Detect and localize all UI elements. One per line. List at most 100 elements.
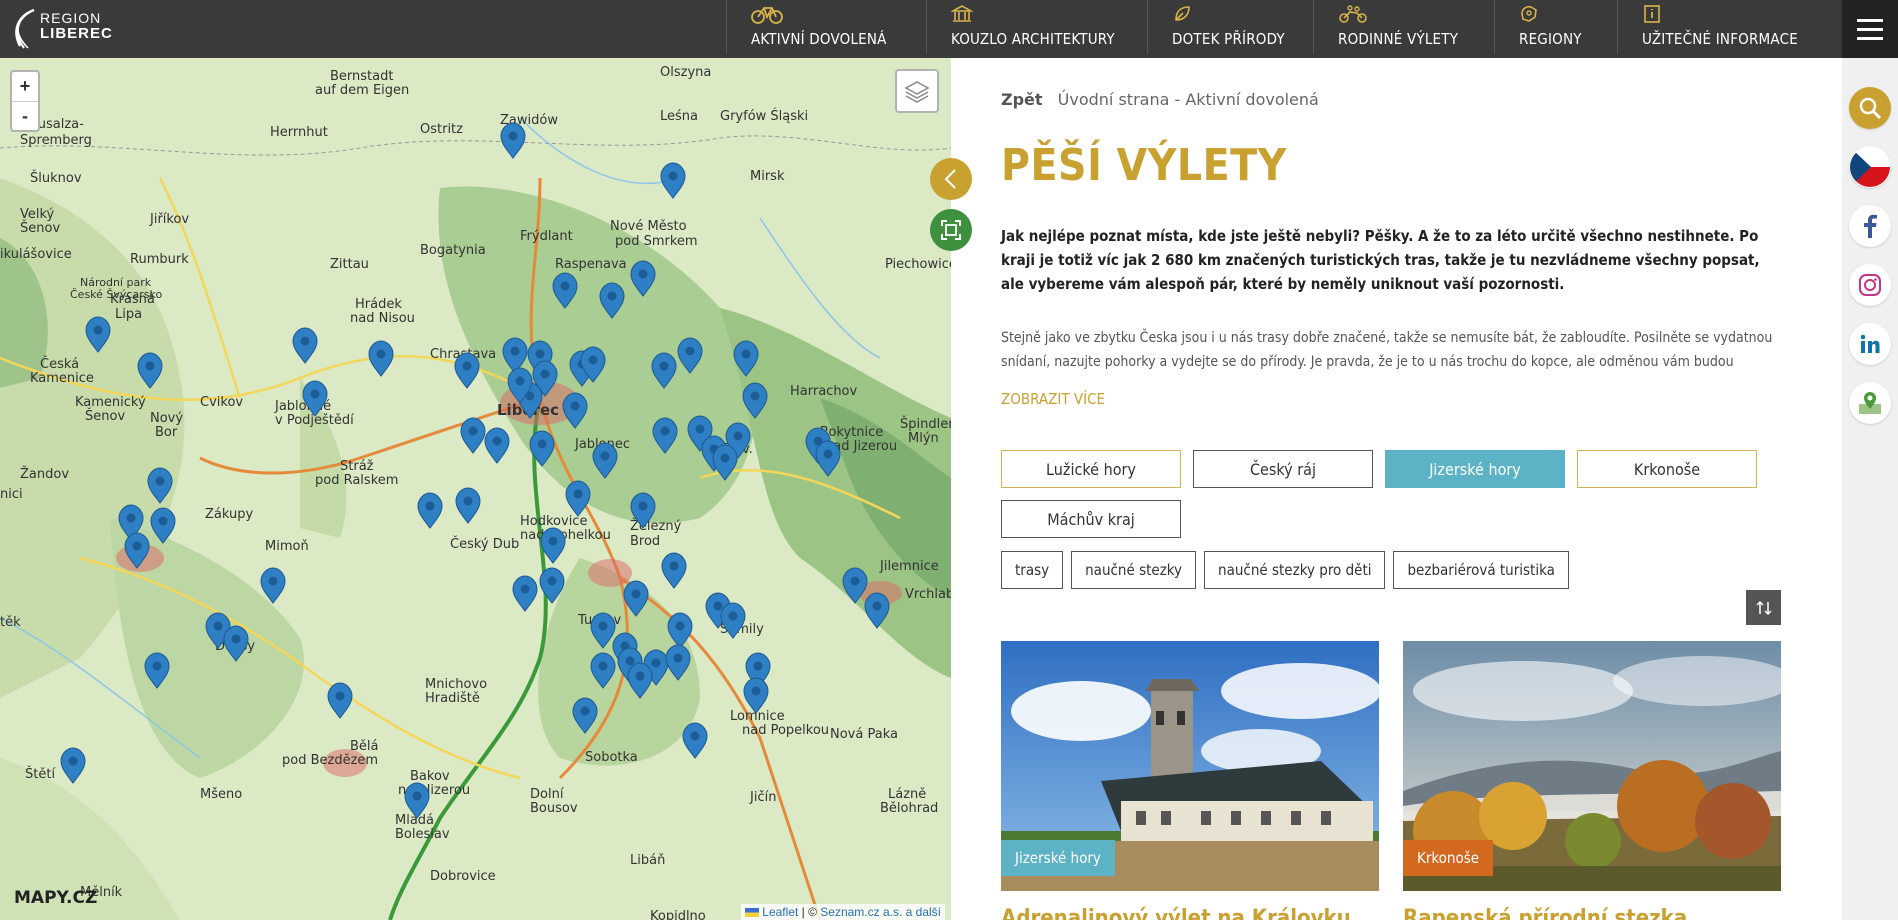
map-pin-marker[interactable] bbox=[733, 340, 759, 377]
region-button-machuv-kraj[interactable]: Máchův kraj bbox=[1001, 500, 1181, 538]
zoom-in-button[interactable]: + bbox=[12, 72, 38, 101]
description-text: Stejně jako ve zbytku Česka jsou i u nás… bbox=[1001, 330, 1773, 370]
map-pin-marker[interactable] bbox=[302, 380, 328, 417]
bicycle-icon bbox=[751, 7, 783, 24]
trip-card[interactable]: Jizerské hory bbox=[1001, 641, 1379, 891]
map-pin-marker[interactable] bbox=[85, 316, 111, 353]
mapy-cz-logo[interactable]: MAPY.CZ bbox=[14, 888, 97, 908]
map-pin-marker[interactable] bbox=[667, 612, 693, 649]
layers-button[interactable] bbox=[895, 69, 939, 113]
map-pin-marker[interactable] bbox=[147, 467, 173, 504]
map-pin-marker[interactable] bbox=[842, 567, 868, 604]
tag-trasy[interactable]: trasy bbox=[1001, 551, 1064, 589]
tag-naucne-stezky[interactable]: naučné stezky bbox=[1071, 551, 1197, 589]
map-pin-marker[interactable] bbox=[552, 272, 578, 309]
seznam-link[interactable]: Seznam.cz a.s. a další bbox=[820, 905, 941, 919]
map-pin-marker[interactable] bbox=[630, 492, 656, 529]
region-button-luzicke-hory[interactable]: Lužické hory bbox=[1001, 450, 1181, 488]
region-button-krkonose[interactable]: Krkonoše bbox=[1577, 450, 1757, 488]
nav-dotek-prirody[interactable]: DOTEK PŘÍRODY bbox=[1147, 0, 1313, 54]
region-icon bbox=[1521, 5, 1537, 22]
map-pin-marker[interactable] bbox=[500, 122, 526, 159]
map-pin-marker[interactable] bbox=[460, 417, 486, 454]
map-pin-marker[interactable] bbox=[455, 487, 481, 524]
map-pin-marker[interactable] bbox=[502, 337, 528, 374]
map-pin-marker[interactable] bbox=[539, 567, 565, 604]
nav-aktivni-dovolena[interactable]: AKTIVNÍ DOVOLENÁ bbox=[726, 0, 926, 54]
map-pin-marker[interactable] bbox=[592, 442, 618, 479]
map-pin-marker[interactable] bbox=[150, 507, 176, 544]
nav-label: AKTIVNÍ DOVOLENÁ bbox=[751, 30, 887, 48]
map-pin-marker[interactable] bbox=[627, 662, 653, 699]
region-liberec-logo[interactable]: REGION LIBEREC bbox=[8, 6, 118, 52]
building-icon bbox=[951, 5, 973, 22]
card-title[interactable]: Adrenalinový výlet na Královku bbox=[1001, 906, 1379, 920]
map-location-link[interactable] bbox=[1849, 382, 1891, 424]
map-pin-marker[interactable] bbox=[484, 427, 510, 464]
tag-naucne-stezky-pro-deti[interactable]: naučné stezky pro děti bbox=[1204, 551, 1386, 589]
sort-button[interactable] bbox=[1746, 590, 1781, 625]
map-pin-marker[interactable] bbox=[223, 625, 249, 662]
map-pin-marker[interactable] bbox=[512, 575, 538, 612]
instagram-link[interactable] bbox=[1849, 264, 1891, 306]
map-pin-marker[interactable] bbox=[144, 652, 170, 689]
map-pin-marker[interactable] bbox=[260, 567, 286, 604]
map-pin-marker[interactable] bbox=[529, 430, 555, 467]
trip-card[interactable]: Krkonoše bbox=[1403, 641, 1781, 891]
map-pin-marker[interactable] bbox=[623, 580, 649, 617]
map-pin-marker[interactable] bbox=[661, 552, 687, 589]
map-pin-marker[interactable] bbox=[327, 682, 353, 719]
tag-bezbarierova-turistika[interactable]: bezbariérová turistika bbox=[1393, 551, 1569, 589]
nav-label: UŽITEČNÉ INFORMACE bbox=[1642, 30, 1798, 48]
map-pin-marker[interactable] bbox=[562, 392, 588, 429]
map-pin-marker[interactable] bbox=[677, 337, 703, 374]
collapse-panel-button[interactable] bbox=[930, 158, 972, 200]
nav-label: REGIONY bbox=[1519, 30, 1582, 48]
region-button-cesky-raj[interactable]: Český ráj bbox=[1193, 450, 1373, 488]
map-pin-marker[interactable] bbox=[630, 260, 656, 297]
linkedin-link[interactable] bbox=[1849, 323, 1891, 365]
map-pin-marker[interactable] bbox=[572, 697, 598, 734]
map-pin-marker[interactable] bbox=[815, 440, 841, 477]
map-pin-marker[interactable] bbox=[682, 722, 708, 759]
facebook-link[interactable] bbox=[1849, 205, 1891, 247]
map-pin-marker[interactable] bbox=[599, 282, 625, 319]
fullscreen-map-button[interactable] bbox=[930, 209, 972, 251]
nav-regiony[interactable]: REGIONY bbox=[1494, 0, 1617, 54]
language-switch-button[interactable] bbox=[1849, 146, 1891, 188]
map-pin-marker[interactable] bbox=[590, 612, 616, 649]
search-button[interactable] bbox=[1849, 87, 1891, 129]
map-panel[interactable]: Neusalza- Spremberg Šluknov Velký Šenov Jiř… bbox=[0, 58, 951, 920]
map-pin-marker[interactable] bbox=[565, 480, 591, 517]
map-pin-marker[interactable] bbox=[292, 327, 318, 364]
show-more-link[interactable]: ZOBRAZIT VÍCE bbox=[1001, 390, 1105, 408]
map-pin-marker[interactable] bbox=[404, 782, 430, 819]
map-pin-marker[interactable] bbox=[60, 747, 86, 784]
map-pin-marker[interactable] bbox=[137, 352, 163, 389]
back-link[interactable]: Zpět bbox=[1001, 90, 1043, 109]
map-pin-marker[interactable] bbox=[417, 492, 443, 529]
map-pin-marker[interactable] bbox=[660, 162, 686, 199]
map-pin-marker[interactable] bbox=[742, 382, 768, 419]
hamburger-menu-button[interactable] bbox=[1842, 0, 1898, 58]
nav-rodinne-vylety[interactable]: RODINNÉ VÝLETY bbox=[1313, 0, 1494, 54]
map-pin-marker[interactable] bbox=[712, 444, 738, 481]
map-pin-marker[interactable] bbox=[665, 644, 691, 681]
map-pin-marker[interactable] bbox=[368, 340, 394, 377]
card-title[interactable]: Rapenská přírodní stezka bbox=[1403, 906, 1781, 920]
breadcrumb-path[interactable]: Úvodní strana - Aktivní dovolená bbox=[1058, 90, 1319, 109]
map-pin-marker[interactable] bbox=[540, 527, 566, 564]
map-pin-marker[interactable] bbox=[454, 352, 480, 389]
nav-kouzlo-architektury[interactable]: KOUZLO ARCHITEKTURY bbox=[926, 0, 1147, 54]
map-pin-marker[interactable] bbox=[864, 592, 890, 629]
map-pin-marker[interactable] bbox=[651, 352, 677, 389]
map-pin-marker[interactable] bbox=[720, 602, 746, 639]
map-pin-marker[interactable] bbox=[743, 677, 769, 714]
nav-uzitecne-informace[interactable]: UŽITEČNÉ INFORMACE bbox=[1617, 0, 1837, 54]
leaflet-link[interactable]: Leaflet bbox=[762, 905, 798, 919]
zoom-out-button[interactable]: - bbox=[12, 101, 38, 130]
map-pin-marker[interactable] bbox=[124, 532, 150, 569]
map-pin-marker[interactable] bbox=[652, 417, 678, 454]
region-button-jizerske-hory[interactable]: Jizerské hory bbox=[1385, 450, 1565, 488]
map-pin-marker[interactable] bbox=[590, 652, 616, 689]
